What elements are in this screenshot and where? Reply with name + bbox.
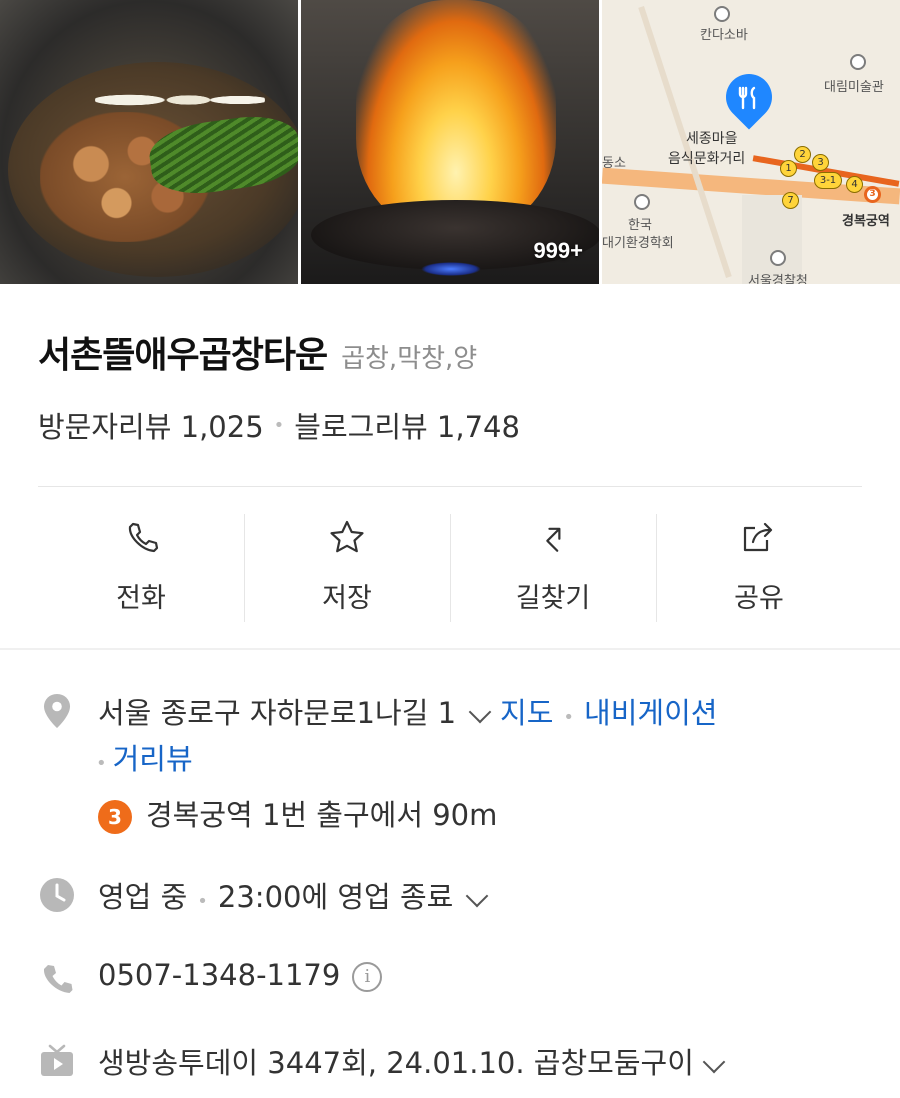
tv-row[interactable]: 생방송투데이 3447회, 24.01.10. 곱창모둠구이 xyxy=(98,1040,734,1082)
subway-line-badge: 3 xyxy=(98,800,132,834)
fork-knife-icon xyxy=(732,84,766,112)
institute-poi-icon xyxy=(634,194,650,210)
closing-time: 23:00에 영업 종료 xyxy=(217,880,454,914)
reviews-row: 방문자리뷰 1,025 • 블로그리뷰 1,748 xyxy=(38,404,520,446)
map-label-korea-1: 한국 xyxy=(628,218,652,233)
map-label-left-partial: 동소 xyxy=(602,156,626,171)
directions-button[interactable]: 길찾기 xyxy=(450,514,656,622)
photo-gallery: 999+ 칸다소바 대림미술관 세종마을 음식문화거리 동소 한국 대기환경학회… xyxy=(0,0,900,284)
phone-row: 0507-1348-1179 i xyxy=(98,958,383,992)
place-name: 서촌뜰애우곱창타운 xyxy=(38,335,328,376)
museum-poi-icon xyxy=(850,54,866,70)
map-label-police: 서울경찰청 xyxy=(748,274,808,284)
divider xyxy=(38,486,862,487)
directions-arrow-icon xyxy=(546,527,561,552)
subway-row: 3 경복궁역 1번 출구에서 90m xyxy=(98,792,497,834)
map-label-kanda-soba: 칸다소바 xyxy=(700,28,748,43)
dot-separator: • xyxy=(96,753,107,774)
flame xyxy=(356,0,556,230)
directions-label: 길찾기 xyxy=(515,583,591,614)
navigation-link[interactable]: 내비게이션 xyxy=(584,696,717,730)
visitor-review-link[interactable]: 방문자리뷰 1,025 xyxy=(38,404,264,446)
address-row: 서울 종로구 자하문로1나길 1 지도 • 내비게이션 xyxy=(98,690,717,732)
call-button[interactable]: 전화 xyxy=(38,514,244,622)
exit-marker-7: 7 xyxy=(782,192,799,209)
map-label-sejong-2: 음식문화거리 xyxy=(668,151,746,167)
dot-separator: • xyxy=(273,414,285,436)
dot-separator: • xyxy=(563,707,575,728)
star-icon xyxy=(330,520,364,553)
share-label: 공유 xyxy=(734,583,784,614)
dot-separator: • xyxy=(197,891,208,912)
roadview-link[interactable]: 거리뷰 xyxy=(113,742,193,776)
business-status: 영업 중 xyxy=(98,880,188,914)
roadview-row: • 거리뷰 xyxy=(96,736,193,778)
photo-gopchang-grill[interactable] xyxy=(0,0,298,284)
phone-icon xyxy=(128,522,159,553)
map-thumbnail[interactable]: 칸다소바 대림미술관 세종마을 음식문화거리 동소 한국 대기환경학회 2 3 … xyxy=(602,0,900,284)
title-row: 서촌뜰애우곱창타운 곱창,막창,양 xyxy=(38,326,477,378)
exit-marker-4: 4 xyxy=(846,176,863,193)
tv-appearance-text: 생방송투데이 3447회, 24.01.10. 곱창모둠구이 xyxy=(98,1046,694,1080)
map-label-gyeongbokgung: 경복궁역 xyxy=(842,214,890,229)
address-text[interactable]: 서울 종로구 자하문로1나길 1 xyxy=(98,696,456,730)
share-button[interactable]: 공유 xyxy=(656,514,862,622)
info-icon[interactable]: i xyxy=(352,962,383,992)
restaurant-poi-icon xyxy=(714,6,730,22)
exit-marker-3: 3 xyxy=(812,154,829,171)
visitor-review-label: 방문자리뷰 xyxy=(38,410,172,444)
map-label-daelim-museum: 대림미술관 xyxy=(824,80,884,95)
chevron-down-icon[interactable] xyxy=(465,884,489,908)
place-category: 곱창,막창,양 xyxy=(341,344,478,374)
gas-burner xyxy=(421,262,481,276)
hours-row[interactable]: 영업 중 • 23:00에 영업 종료 xyxy=(98,874,497,916)
save-label: 저장 xyxy=(322,583,372,614)
share-icon xyxy=(743,522,773,552)
exit-marker-3-1: 3-1 xyxy=(814,172,842,189)
map-label-sejong-1: 세종마을 xyxy=(686,131,738,147)
subway-text: 경복궁역 1번 출구에서 90m xyxy=(146,798,498,832)
blog-review-link[interactable]: 블로그리뷰 1,748 xyxy=(294,404,520,446)
chevron-down-icon[interactable] xyxy=(702,1050,726,1074)
police-poi-icon xyxy=(770,250,786,266)
blog-review-label: 블로그리뷰 xyxy=(294,410,428,444)
phone-number[interactable]: 0507-1348-1179 xyxy=(98,958,340,992)
line3-station-marker: 3 xyxy=(864,186,881,203)
action-bar: 전화 저장 길찾기 공유 xyxy=(38,514,862,622)
onion-slices xyxy=(95,80,265,120)
exit-marker-2: 2 xyxy=(794,146,811,163)
photo-count-badge: 999+ xyxy=(533,238,583,263)
exit-marker-1: 1 xyxy=(780,160,797,177)
tv-icon xyxy=(38,1042,76,1080)
call-label: 전화 xyxy=(116,583,166,614)
visitor-review-count: 1,025 xyxy=(180,410,264,444)
section-divider xyxy=(0,648,900,650)
save-button[interactable]: 저장 xyxy=(244,514,450,622)
phone-icon xyxy=(38,960,76,998)
photo-flame-cooking[interactable]: 999+ xyxy=(301,0,599,284)
location-pin-icon xyxy=(38,692,76,730)
chevron-down-icon[interactable] xyxy=(468,700,492,724)
map-link[interactable]: 지도 xyxy=(500,696,553,730)
map-label-korea-2: 대기환경학회 xyxy=(602,236,674,251)
clock-icon xyxy=(38,876,76,914)
blog-review-count: 1,748 xyxy=(436,410,520,444)
